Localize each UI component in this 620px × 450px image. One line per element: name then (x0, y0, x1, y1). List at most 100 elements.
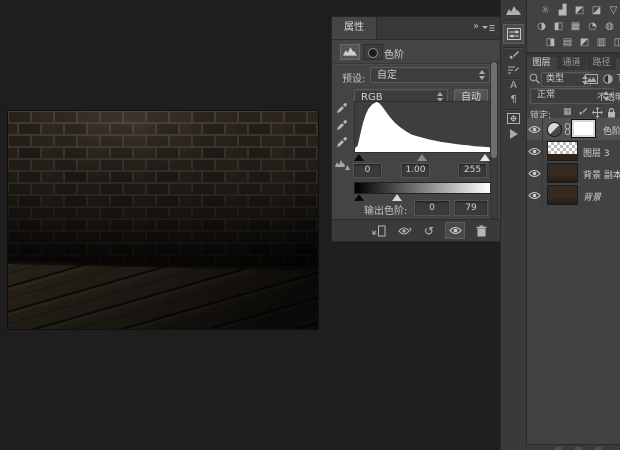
lock-position-icon[interactable] (592, 107, 603, 118)
adjustment-layer-thumbnail[interactable] (547, 122, 562, 137)
output-black-field[interactable]: 0 (414, 200, 450, 216)
tab-layers[interactable]: 图层 (527, 57, 556, 70)
lock-all-icon[interactable] (607, 107, 616, 118)
black-point-eyedropper-icon[interactable] (336, 103, 348, 115)
levels-icon[interactable]: ▟ (556, 4, 569, 17)
layer-name[interactable]: 背景 副本 2 (583, 168, 620, 181)
clone-source-panel-icon[interactable] (501, 113, 526, 125)
layer-row-bg-copy2[interactable]: 背景 副本 2 (527, 162, 620, 184)
divider (332, 63, 500, 65)
layer-name[interactable]: 图层 3 (583, 146, 610, 159)
adjustment-layer-filter-icon[interactable] (603, 74, 613, 84)
visibility-eye-icon[interactable] (527, 118, 543, 140)
layer-filter-row: 类型 T (527, 72, 620, 87)
exposure-icon[interactable]: ◪ (590, 4, 603, 17)
mask-view-toggle-icon[interactable] (363, 44, 383, 60)
layer-name[interactable]: 背景 (583, 190, 601, 203)
layer-row-layer3[interactable]: 图层 3 (527, 140, 620, 162)
adjustment-title: 色阶 (384, 50, 404, 61)
input-black-slider[interactable] (354, 154, 364, 161)
panel-dock-strip: A ¶ (500, 0, 527, 450)
visibility-eye-icon[interactable] (527, 184, 543, 206)
properties-panel: 属性 » 色阶 预设: 自定 RGB 自动 0 1.00 255 输出色阶: 0… (332, 17, 500, 241)
layers-tab-bar: 图层 通道 路径 (527, 57, 617, 70)
brightness-contrast-icon[interactable]: ☼ (539, 4, 552, 17)
layer-thumbnail[interactable] (547, 163, 578, 183)
properties-panel-icon[interactable] (503, 24, 524, 44)
hue-saturation-icon[interactable]: ◑ (535, 20, 548, 33)
lock-pixels-icon[interactable] (578, 108, 588, 118)
channel-mixer-icon[interactable]: ◍ (603, 20, 616, 33)
layer-row-levels[interactable]: 色阶 (527, 118, 620, 140)
layer-mask-thumbnail[interactable] (571, 119, 596, 138)
input-white-slider[interactable] (480, 154, 490, 161)
search-icon (529, 73, 540, 84)
brush-panel-icon[interactable] (501, 51, 526, 63)
properties-tab[interactable]: 属性 (332, 17, 377, 39)
gradient-map-icon[interactable]: ▥ (595, 36, 608, 49)
color-balance-icon[interactable]: ◧ (552, 20, 565, 33)
adjustment-type-row (340, 44, 386, 60)
input-gamma-field[interactable]: 1.00 (401, 163, 430, 178)
output-levels-label: 输出色阶: (364, 206, 408, 217)
invert-icon[interactable]: ◨ (544, 36, 557, 49)
vibrance-icon[interactable]: ▽ (607, 4, 620, 17)
blend-mode-row: 正常 不透明度 (527, 88, 620, 104)
layer-row-background[interactable]: 背景 (527, 184, 620, 206)
input-gamma-slider[interactable] (417, 154, 427, 161)
delete-adjustment-icon[interactable] (472, 223, 490, 238)
character-panel-icon[interactable]: A (501, 80, 526, 91)
selective-color-icon[interactable]: ◫ (612, 36, 620, 49)
gray-point-eyedropper-icon[interactable] (336, 120, 348, 132)
layers-panel-footer (527, 444, 620, 450)
histogram-panel-icon[interactable] (501, 5, 526, 16)
panel-menu-icon[interactable] (482, 24, 495, 32)
view-previous-state-icon[interactable] (395, 223, 413, 238)
pixel-layer-filter-icon[interactable] (585, 74, 598, 84)
tab-paths[interactable]: 路径 (587, 57, 616, 70)
input-white-field[interactable]: 255 (458, 163, 487, 178)
posterize-icon[interactable]: ▤ (561, 36, 574, 49)
brush-presets-panel-icon[interactable] (501, 65, 526, 77)
curves-icon[interactable]: ◩ (573, 4, 586, 17)
collapse-panel-icon[interactable]: » (473, 21, 479, 32)
photoshop-window: 属性 » 色阶 预设: 自定 RGB 自动 0 1.00 255 输出色阶: 0… (0, 0, 620, 450)
opacity-label: 不透明度 (597, 93, 620, 103)
layer-name[interactable]: 色阶 (603, 124, 620, 137)
output-white-field[interactable]: 79 (454, 200, 488, 216)
preset-label: 预设: (342, 74, 366, 85)
tab-channels[interactable]: 通道 (557, 57, 586, 70)
clip-to-layer-icon[interactable] (370, 223, 388, 238)
visibility-eye-icon[interactable] (527, 162, 543, 184)
adjustments-row-3: ◨ ▤ ◩ ▥ ◫ (544, 36, 620, 49)
photo-filter-icon[interactable]: ◔ (586, 20, 599, 33)
properties-panel-header: 属性 » (332, 17, 500, 40)
input-black-field[interactable]: 0 (353, 163, 382, 178)
threshold-icon[interactable]: ◩ (578, 36, 591, 49)
adjustments-row-1: ☼ ▟ ◩ ◪ ▽ (539, 4, 620, 17)
output-black-slider[interactable] (354, 194, 364, 201)
paragraph-panel-icon[interactable]: ¶ (501, 94, 526, 105)
output-white-slider[interactable] (392, 194, 402, 201)
white-point-eyedropper-icon[interactable] (336, 137, 348, 149)
black-white-icon[interactable]: ▦ (569, 20, 582, 33)
layer-thumbnail[interactable] (547, 141, 578, 161)
preset-dropdown[interactable]: 自定 (370, 67, 490, 83)
levels-histogram[interactable] (354, 101, 491, 153)
toggle-visibility-icon[interactable] (445, 222, 465, 239)
levels-edit-icon (335, 159, 350, 171)
layer-thumbnail[interactable] (547, 185, 578, 205)
levels-view-toggle-icon[interactable] (340, 44, 360, 60)
dropdown-arrows-icon (479, 70, 486, 80)
filter-type-dropdown[interactable]: 类型 (541, 72, 591, 87)
lock-transparent-icon[interactable]: ▦ (563, 107, 572, 117)
reset-adjustment-icon[interactable]: ↺ (420, 223, 438, 238)
actions-panel-icon[interactable] (501, 129, 526, 142)
document-canvas[interactable] (8, 111, 318, 329)
properties-scrollbar[interactable] (490, 61, 498, 219)
right-panel-region: ☼▟◩◪▽ ◑◧▦◔◍◫ ◨▤◩▥◫ 图层通道路径 类型 T 正常 (527, 0, 620, 450)
scrollbar-thumb[interactable] (491, 62, 497, 158)
adjustments-row-2: ◑◧▦◔◍◫ (535, 20, 620, 33)
mask-link-icon[interactable] (564, 123, 571, 135)
visibility-eye-icon[interactable] (527, 140, 543, 162)
